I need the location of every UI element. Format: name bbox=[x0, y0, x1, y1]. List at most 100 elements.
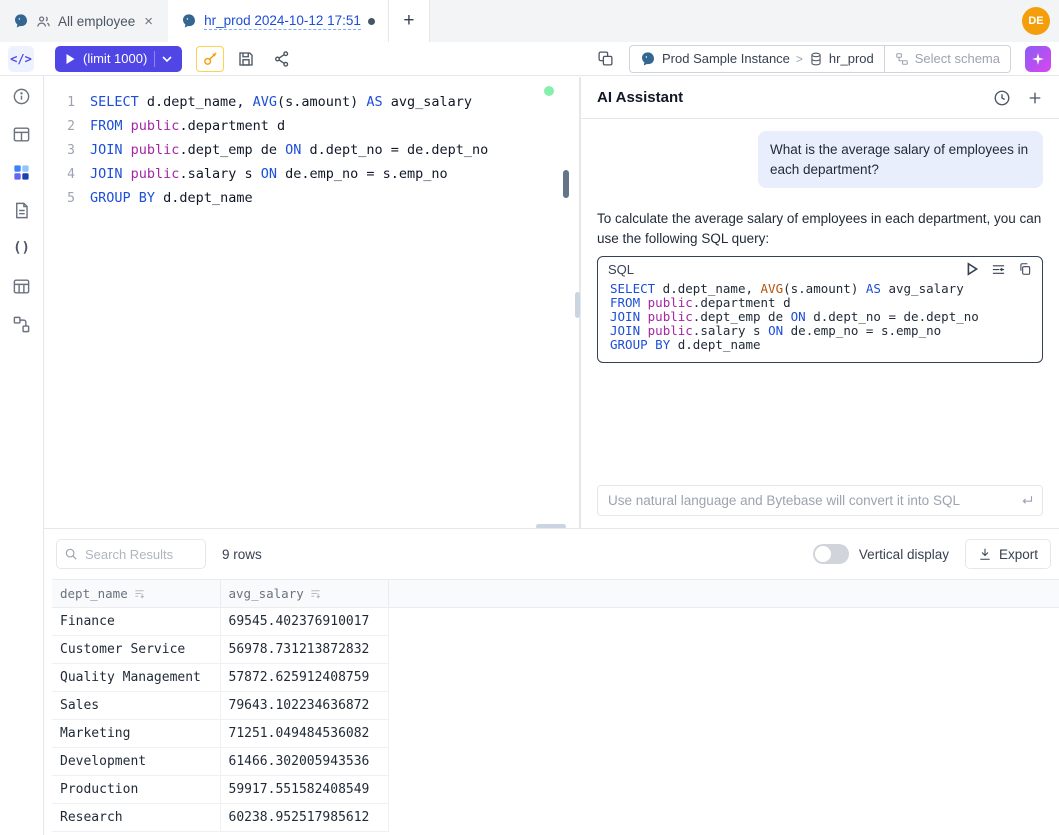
cell-dept-name: Research bbox=[52, 804, 220, 832]
ai-input[interactable] bbox=[598, 486, 1019, 515]
connection-breadcrumb: Prod Sample Instance > hr_prod Select sc… bbox=[629, 45, 1011, 73]
users-icon bbox=[36, 14, 51, 29]
table-row[interactable]: Production59917.551582408549 bbox=[52, 776, 1059, 804]
run-sql-icon[interactable] bbox=[966, 262, 979, 276]
ai-assistant-panel: AI Assistant What is the average salary … bbox=[580, 77, 1059, 528]
ai-conversation: What is the average salary of employees … bbox=[581, 119, 1059, 363]
sidebar-item-sample-data[interactable] bbox=[8, 160, 36, 184]
run-button-label: (limit 1000) bbox=[83, 51, 147, 66]
new-tab-button[interactable]: + bbox=[388, 0, 430, 42]
key-icon bbox=[202, 50, 219, 67]
vertical-display-toggle[interactable] bbox=[813, 544, 849, 564]
tab-label: All employee bbox=[58, 14, 135, 29]
download-icon bbox=[978, 547, 992, 561]
table-row[interactable]: Research60238.952517985612 bbox=[52, 804, 1059, 832]
history-icon[interactable] bbox=[993, 89, 1011, 107]
table-row[interactable]: Marketing71251.049484536082 bbox=[52, 720, 1059, 748]
editor-scrollbar-thumb[interactable] bbox=[563, 170, 569, 198]
database-name: hr_prod bbox=[829, 51, 874, 66]
export-label: Export bbox=[999, 547, 1038, 562]
sidebar-item-functions[interactable]: () bbox=[8, 236, 36, 260]
admin-key-button[interactable] bbox=[196, 46, 224, 72]
editor-line[interactable]: 3JOIN public.dept_emp de ON d.dept_no = … bbox=[44, 138, 565, 162]
sql-code-block: SQL SELECT d.dept_name, AVG(s.amount) AS… bbox=[597, 256, 1043, 363]
table-row[interactable]: Customer Service56978.731213872832 bbox=[52, 636, 1059, 664]
brackets-icon: () bbox=[13, 240, 30, 256]
cell-avg-salary: 69545.402376910017 bbox=[220, 608, 388, 636]
code-icon: </> bbox=[10, 52, 32, 66]
toggle-knob bbox=[815, 546, 831, 562]
editor-line[interactable]: 5GROUP BY d.dept_name bbox=[44, 186, 565, 210]
schema-icon bbox=[895, 52, 909, 66]
editor-line[interactable]: 4JOIN public.salary s ON de.emp_no = s.e… bbox=[44, 162, 565, 186]
ai-title: AI Assistant bbox=[597, 89, 683, 106]
postgres-icon bbox=[181, 13, 197, 29]
code-panel-toggle[interactable]: </> bbox=[8, 46, 34, 72]
cell-avg-salary: 60238.952517985612 bbox=[220, 804, 388, 832]
export-button[interactable]: Export bbox=[965, 539, 1051, 569]
tab-bar: All employee × hr_prod 2024-10-12 17:51 … bbox=[0, 0, 1059, 42]
table-row[interactable]: Sales79643.102234636872 bbox=[52, 692, 1059, 720]
columns-icon bbox=[12, 277, 31, 296]
new-chat-icon[interactable] bbox=[1027, 90, 1043, 106]
line-number: 2 bbox=[44, 119, 90, 134]
copy-icon[interactable] bbox=[1018, 262, 1032, 276]
cell-avg-salary: 61466.302005943536 bbox=[220, 748, 388, 776]
table-row[interactable]: Finance69545.402376910017 bbox=[52, 608, 1059, 636]
sort-icon[interactable] bbox=[310, 588, 321, 599]
chevron-down-icon[interactable] bbox=[162, 56, 172, 62]
sidebar-item-relations[interactable] bbox=[8, 312, 36, 336]
sort-icon[interactable] bbox=[134, 588, 145, 599]
schema-selector[interactable]: Select schema bbox=[884, 46, 1010, 72]
share-button[interactable] bbox=[268, 46, 296, 72]
select-schema-label: Select schema bbox=[915, 51, 1000, 66]
line-number: 4 bbox=[44, 167, 90, 182]
ai-header: AI Assistant bbox=[581, 77, 1059, 119]
line-number: 1 bbox=[44, 95, 90, 110]
table-row[interactable]: Quality Management57872.625912408759 bbox=[52, 664, 1059, 692]
user-message-bubble: What is the average salary of employees … bbox=[758, 131, 1043, 188]
cell-dept-name: Sales bbox=[52, 692, 220, 720]
cell-avg-salary: 57872.625912408759 bbox=[220, 664, 388, 692]
database-icon bbox=[809, 52, 823, 66]
sparkle-icon bbox=[1031, 52, 1045, 66]
sidebar-item-tables[interactable] bbox=[8, 122, 36, 146]
column-header-dept-name[interactable]: dept_name bbox=[52, 580, 220, 608]
tab-hr-prod[interactable]: hr_prod 2024-10-12 17:51 bbox=[168, 0, 388, 42]
avatar[interactable]: DE bbox=[1022, 7, 1050, 35]
ai-sql-code[interactable]: SELECT d.dept_name, AVG(s.amount) AS avg… bbox=[598, 279, 1042, 362]
sidebar-item-worksheet[interactable] bbox=[8, 198, 36, 222]
return-icon[interactable] bbox=[1019, 494, 1042, 507]
sidebar-item-info[interactable] bbox=[8, 84, 36, 108]
sidebar-item-views[interactable] bbox=[8, 274, 36, 298]
format-sql-button[interactable] bbox=[591, 46, 619, 72]
play-icon bbox=[65, 53, 76, 65]
line-number: 5 bbox=[44, 191, 90, 206]
sql-block-label: SQL bbox=[608, 262, 634, 277]
editor-line[interactable]: 1SELECT d.dept_name, AVG(s.amount) AS av… bbox=[44, 90, 565, 114]
table-row[interactable]: Development61466.302005943536 bbox=[52, 748, 1059, 776]
insert-sql-icon[interactable] bbox=[991, 263, 1006, 276]
line-number: 3 bbox=[44, 143, 90, 158]
table-icon bbox=[12, 125, 31, 144]
column-header-avg-salary[interactable]: avg_salary bbox=[220, 580, 388, 608]
data-grid-icon bbox=[12, 163, 31, 182]
editor-line[interactable]: 2FROM public.department d bbox=[44, 114, 565, 138]
cell-avg-salary: 71251.049484536082 bbox=[220, 720, 388, 748]
instance-database-selector[interactable]: Prod Sample Instance > hr_prod bbox=[630, 46, 884, 72]
cell-dept-name: Marketing bbox=[52, 720, 220, 748]
search-results-input[interactable] bbox=[56, 539, 206, 569]
cell-dept-name: Customer Service bbox=[52, 636, 220, 664]
editor-toolbar: </> (limit 1000) Prod Sample Instance > … bbox=[0, 42, 1059, 76]
assistant-intro: To calculate the average salary of emplo… bbox=[597, 209, 1043, 250]
close-icon[interactable]: × bbox=[142, 14, 155, 29]
cell-dept-name: Development bbox=[52, 748, 220, 776]
ai-assistant-button[interactable] bbox=[1025, 46, 1051, 72]
save-button[interactable] bbox=[232, 46, 260, 72]
table-header-row: dept_name avg_salary bbox=[52, 580, 1059, 608]
tab-all-employee[interactable]: All employee × bbox=[0, 0, 168, 42]
run-button[interactable]: (limit 1000) bbox=[55, 46, 182, 72]
results-toolbar: 9 rows Vertical display Export bbox=[44, 529, 1059, 579]
sql-editor[interactable]: 1SELECT d.dept_name, AVG(s.amount) AS av… bbox=[44, 77, 565, 528]
search-wrap bbox=[56, 539, 206, 569]
